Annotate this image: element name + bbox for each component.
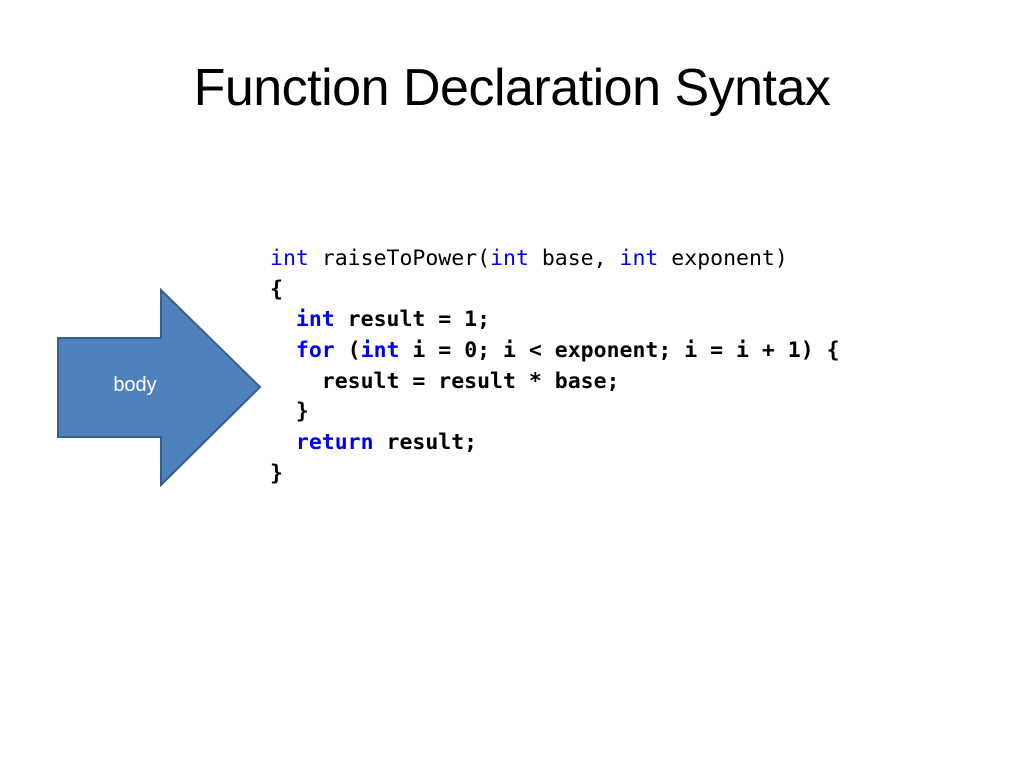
code-keyword: int — [295, 307, 335, 333]
code-line: return result; — [270, 428, 840, 459]
code-text: result; — [373, 430, 478, 456]
code-text: raiseToPower( — [308, 246, 491, 271]
code-text: } — [270, 460, 283, 486]
code-text: i = 0; i < exponent; i = i + 1) { — [399, 338, 840, 364]
code-text: result = result * base; — [321, 368, 620, 394]
code-text: } — [295, 399, 309, 425]
code-keyword: for — [295, 338, 335, 364]
arrow-label: body — [113, 374, 157, 396]
code-keyword: int — [360, 338, 400, 364]
slide-title: Function Declaration Syntax — [193, 59, 831, 117]
code-text: base, — [528, 246, 620, 271]
code-keyword: int — [490, 246, 529, 271]
code-line: for (int i = 0; i < exponent; i = i + 1)… — [270, 336, 840, 367]
code-keyword: int — [619, 246, 659, 271]
code-line: int raiseToPower(int base, int exponent) — [270, 244, 840, 275]
code-text: exponent) — [658, 246, 788, 271]
code-keyword: return — [295, 430, 374, 456]
code-block: int raiseToPower(int base, int exponent)… — [270, 244, 840, 490]
code-text: result = 1; — [334, 307, 491, 333]
code-line: } — [270, 459, 840, 490]
code-line: result = result * base; — [270, 367, 840, 398]
code-text: ( — [334, 338, 361, 364]
code-text: { — [270, 276, 283, 302]
code-line: int result = 1; — [270, 305, 840, 336]
code-line: } — [270, 397, 840, 428]
code-line: { — [270, 275, 840, 306]
code-keyword: int — [270, 246, 309, 271]
